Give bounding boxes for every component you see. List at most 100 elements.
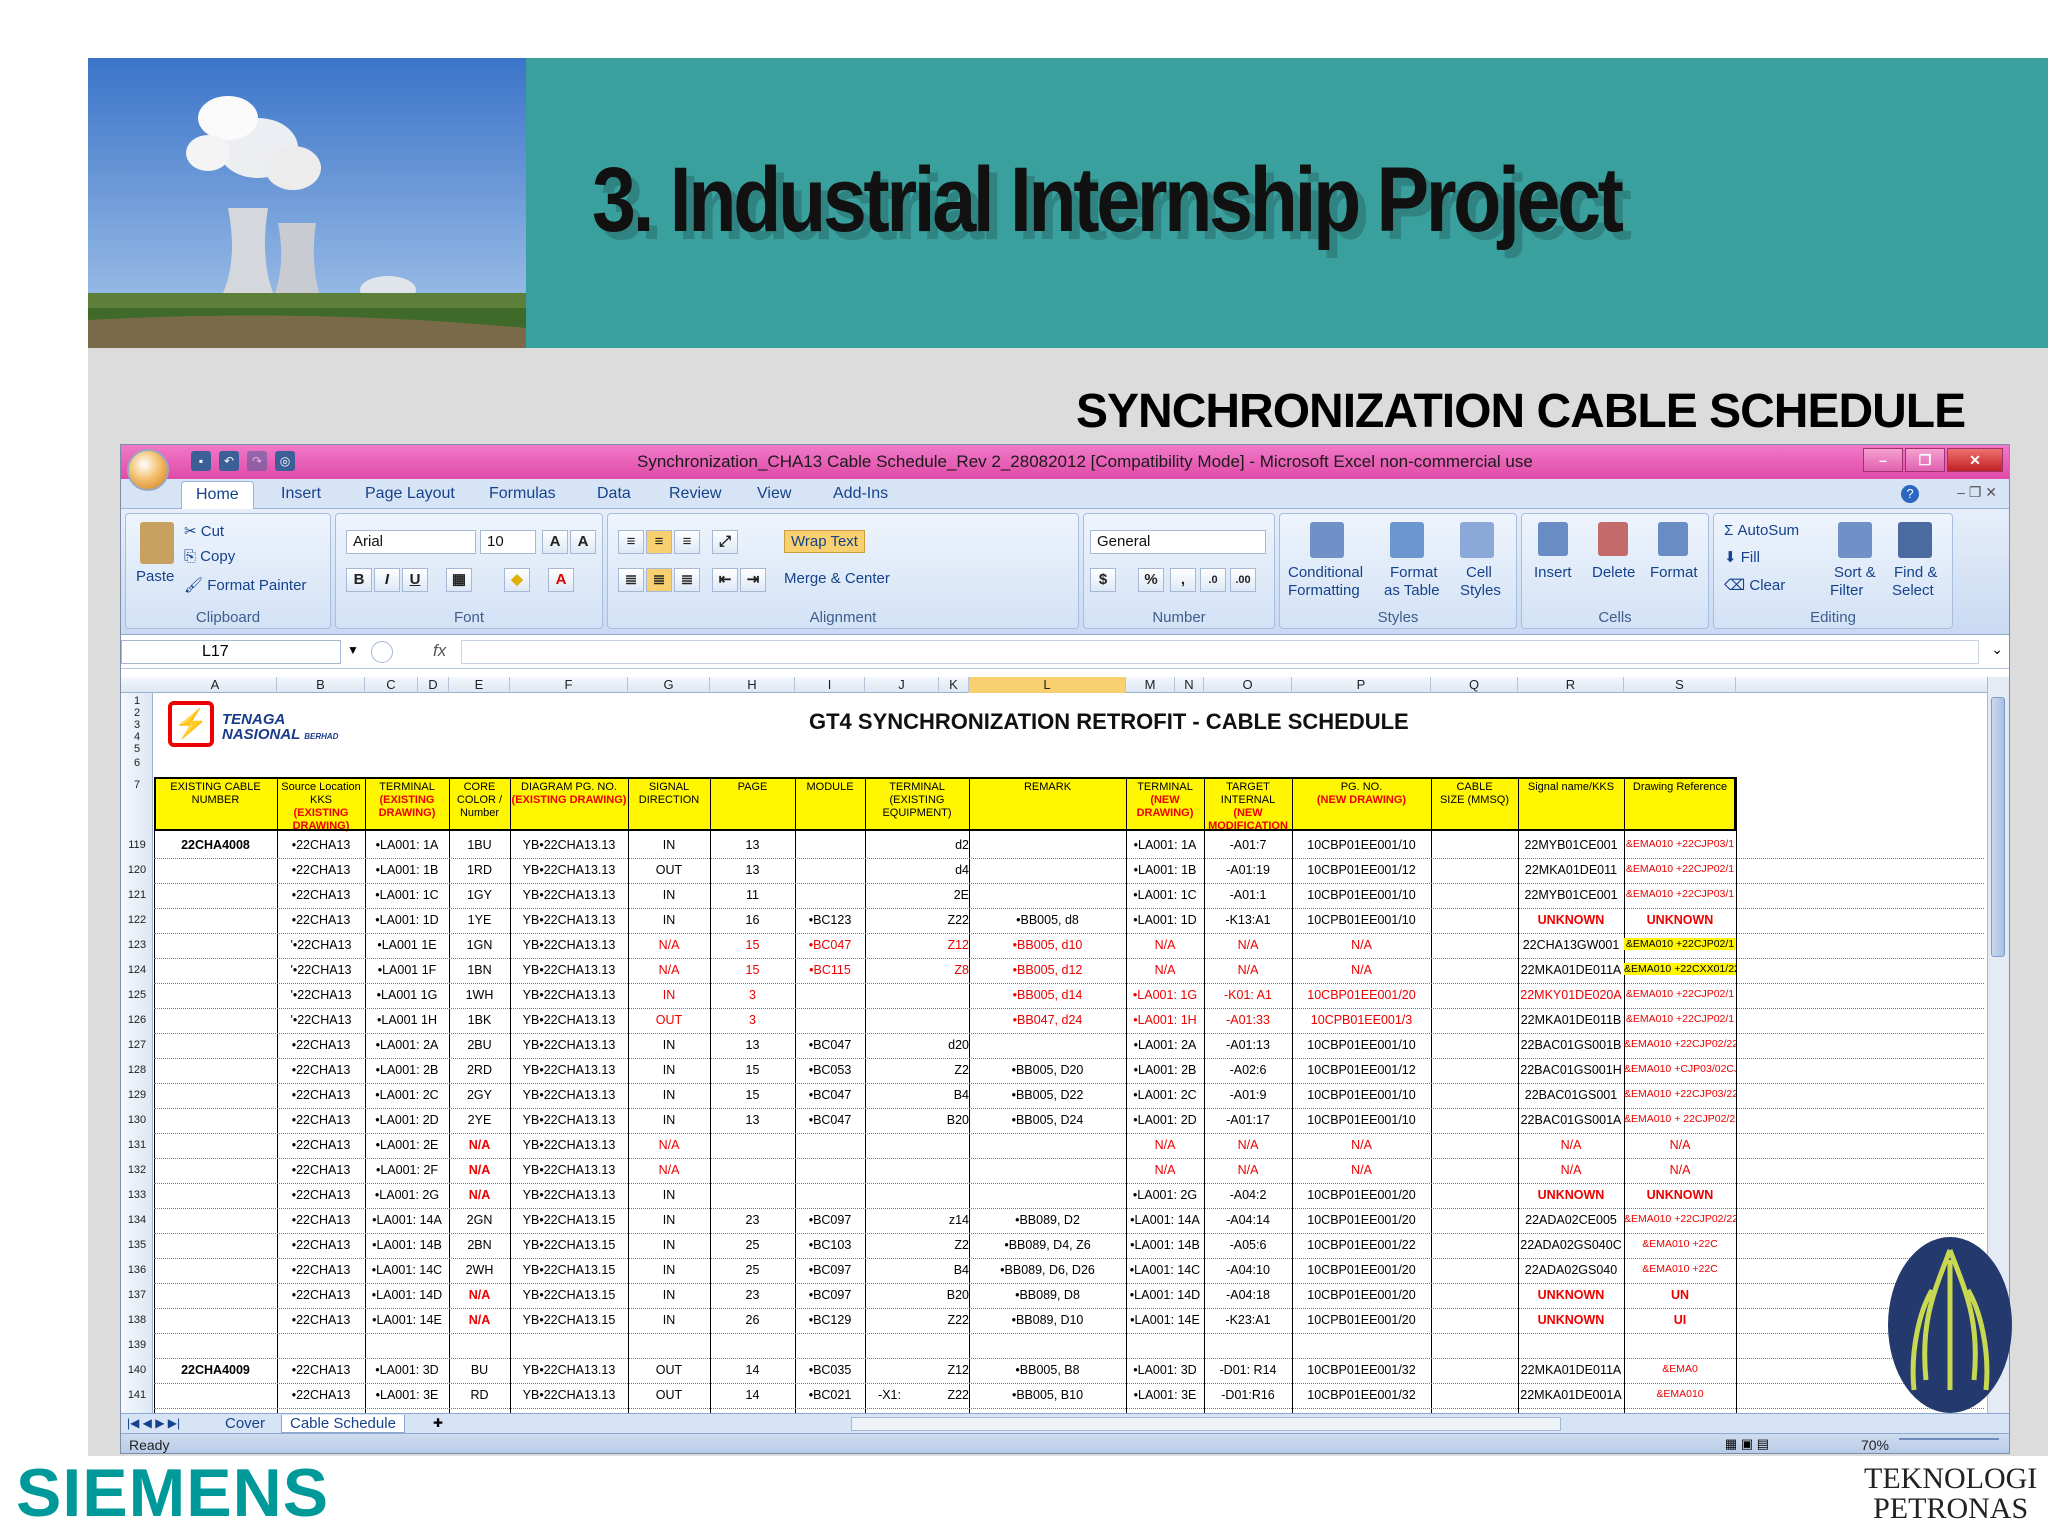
increase-decimal-icon[interactable]: .0 [1200,568,1226,592]
cell-signal-direction[interactable]: IN [628,1063,710,1077]
cell-source-location[interactable]: •22CHA13 [277,1213,365,1227]
expand-formula-bar-icon[interactable]: ⌄ [1991,641,2003,658]
cell-source-location[interactable]: •22CHA13 [277,1388,365,1402]
cell-signal-name[interactable]: 22MKA01DE011B [1518,1013,1624,1027]
row-header-138[interactable]: 138 [121,1314,153,1326]
cell-diagram-pg[interactable]: YB•22CHA13.13 [510,963,628,977]
cell-terminal-prefix[interactable]: -X1: [865,1388,914,1402]
cell-pg-no[interactable]: 10CBP01EE001/32 [1292,1388,1431,1402]
row-header-4[interactable]: 4 [121,731,153,743]
insert-button[interactable]: Insert [1534,564,1572,581]
cell-core-color[interactable]: 2GY [449,1088,510,1102]
cell-core-color[interactable]: 1GN [449,938,510,952]
cell-signal-name[interactable]: N/A [1518,1138,1624,1152]
formula-input[interactable] [461,640,1979,664]
cell-signal-direction[interactable]: N/A [628,1138,710,1152]
cell-target-internal[interactable]: N/A [1204,1163,1292,1177]
format-cells-icon[interactable] [1658,522,1688,556]
cell-remark[interactable]: •BB005, D24 [969,1113,1126,1127]
cell-terminal-new[interactable]: •LA001: 14A [1126,1213,1204,1227]
name-box[interactable]: L17 [121,640,341,664]
print-preview-icon[interactable]: ◎ [275,451,295,471]
cell-page[interactable]: 11 [710,888,795,902]
delete-cells-icon[interactable] [1598,522,1628,556]
cell-drawing-reference[interactable]: UNKNOWN [1624,913,1736,927]
cell-page[interactable]: 15 [710,1063,795,1077]
percent-icon[interactable]: % [1138,568,1164,592]
cell-signal-direction[interactable]: IN [628,1288,710,1302]
cell-terminal-new[interactable]: •LA001: 1C [1126,888,1204,902]
decrease-indent-icon[interactable]: ⇤ [712,568,738,592]
cell-source-location[interactable]: •22CHA13 [277,1063,365,1077]
undo-icon[interactable]: ↶ [219,451,239,471]
cell-source-location[interactable]: •22CHA13 [277,1363,365,1377]
row-header-124[interactable]: 124 [121,964,153,976]
row-header-127[interactable]: 127 [121,1039,153,1051]
cell-pg-no[interactable]: 10CBP01EE001/20 [1292,1288,1431,1302]
cell-terminal-new[interactable]: •LA001: 2A [1126,1038,1204,1052]
fill-color-icon[interactable]: ◆ [504,568,530,592]
cell-pg-no[interactable]: N/A [1292,1138,1431,1152]
row-header-128[interactable]: 128 [121,1064,153,1076]
cell-core-color[interactable]: N/A [449,1138,510,1152]
cell-pg-no[interactable]: 10CBP01EE001/12 [1292,1063,1431,1077]
cell-terminal[interactable]: •LA001: 2D [365,1113,449,1127]
cell-source-location[interactable]: •22CHA13 [277,1138,365,1152]
cell-terminal-new[interactable]: •LA001: 14C [1126,1263,1204,1277]
row-header-122[interactable]: 122 [121,914,153,926]
cell-drawing-reference[interactable]: &EMA010 + 22CJP02/22CJP03 [1624,1113,1736,1125]
cell-page[interactable]: 15 [710,963,795,977]
cell-terminal-equipment[interactable]: Z2 [914,1238,969,1252]
align-bottom-icon[interactable]: ≡ [674,530,700,554]
cell-remark[interactable]: •BB089, D4, Z6 [969,1238,1126,1252]
row-header-133[interactable]: 133 [121,1189,153,1201]
cell-target-internal[interactable]: -A05:6 [1204,1238,1292,1252]
cell-terminal-equipment[interactable]: Z22 [914,913,969,927]
format-as-table-button[interactable]: Format [1390,564,1438,581]
cell-remark[interactable]: •BB005, d14 [969,988,1126,1002]
cell-page[interactable]: 14 [710,1363,795,1377]
cell-terminal-new[interactable]: •LA001: 1D [1126,913,1204,927]
row-header-132[interactable]: 132 [121,1164,153,1176]
cell-pg-no[interactable]: 10CBP01EE001/20 [1292,988,1431,1002]
bold-button[interactable]: B [346,568,372,592]
cell-terminal[interactable]: •LA001: 2B [365,1063,449,1077]
cell-module[interactable]: •BC047 [795,1088,865,1102]
cell-terminal-equipment[interactable]: B4 [914,1088,969,1102]
cell-core-color[interactable]: 1RD [449,863,510,877]
cell-target-internal[interactable]: -A01:9 [1204,1088,1292,1102]
cell-diagram-pg[interactable]: YB•22CHA13.15 [510,1313,628,1327]
cell-signal-direction[interactable]: IN [628,1038,710,1052]
cell-terminal-new[interactable]: •LA001: 2C [1126,1088,1204,1102]
cell-drawing-reference[interactable]: N/A [1624,1138,1736,1152]
tab-view[interactable]: View [757,485,791,503]
cell-source-location[interactable]: •22CHA13 [277,1288,365,1302]
cell-core-color[interactable]: 1GY [449,888,510,902]
cell-terminal[interactable]: •LA001: 2C [365,1088,449,1102]
cell-signal-direction[interactable]: OUT [628,1363,710,1377]
cell-target-internal[interactable]: -A04:2 [1204,1188,1292,1202]
cell-terminal-new[interactable]: •LA001: 2D [1126,1113,1204,1127]
cell-terminal-equipment[interactable]: d2 [914,838,969,852]
column-header-o[interactable]: O [1204,677,1292,693]
tab-add-ins[interactable]: Add-Ins [833,485,888,503]
column-header-i[interactable]: I [795,677,865,693]
cell-diagram-pg[interactable]: YB•22CHA13.13 [510,1063,628,1077]
zoom-level[interactable]: 70% [1861,1437,1889,1453]
column-header-d[interactable]: D [418,677,449,693]
row-header-134[interactable]: 134 [121,1214,153,1226]
cell-pg-no[interactable]: 10CBP01EE001/20 [1292,1188,1431,1202]
merge-center-button[interactable]: Merge & Center [784,570,890,587]
cell-terminal[interactable]: •LA001: 1C [365,888,449,902]
cell-signal-direction[interactable]: IN [628,1238,710,1252]
cell-remark[interactable]: •BB005, B8 [969,1363,1126,1377]
row-header-140[interactable]: 140 [121,1364,153,1376]
orientation-icon[interactable]: ⤢ [712,530,738,554]
cell-signal-name[interactable]: UNKNOWN [1518,913,1624,927]
cell-source-location[interactable]: •22CHA13 [277,863,365,877]
cell-terminal-equipment[interactable]: Z22 [914,1388,969,1402]
cell-signal-name[interactable]: 22MYB01CE001 [1518,838,1624,852]
column-header-r[interactable]: R [1518,677,1624,693]
cell-pg-no[interactable]: 10CBP01EE001/32 [1292,1363,1431,1377]
cell-target-internal[interactable]: -A02:6 [1204,1063,1292,1077]
